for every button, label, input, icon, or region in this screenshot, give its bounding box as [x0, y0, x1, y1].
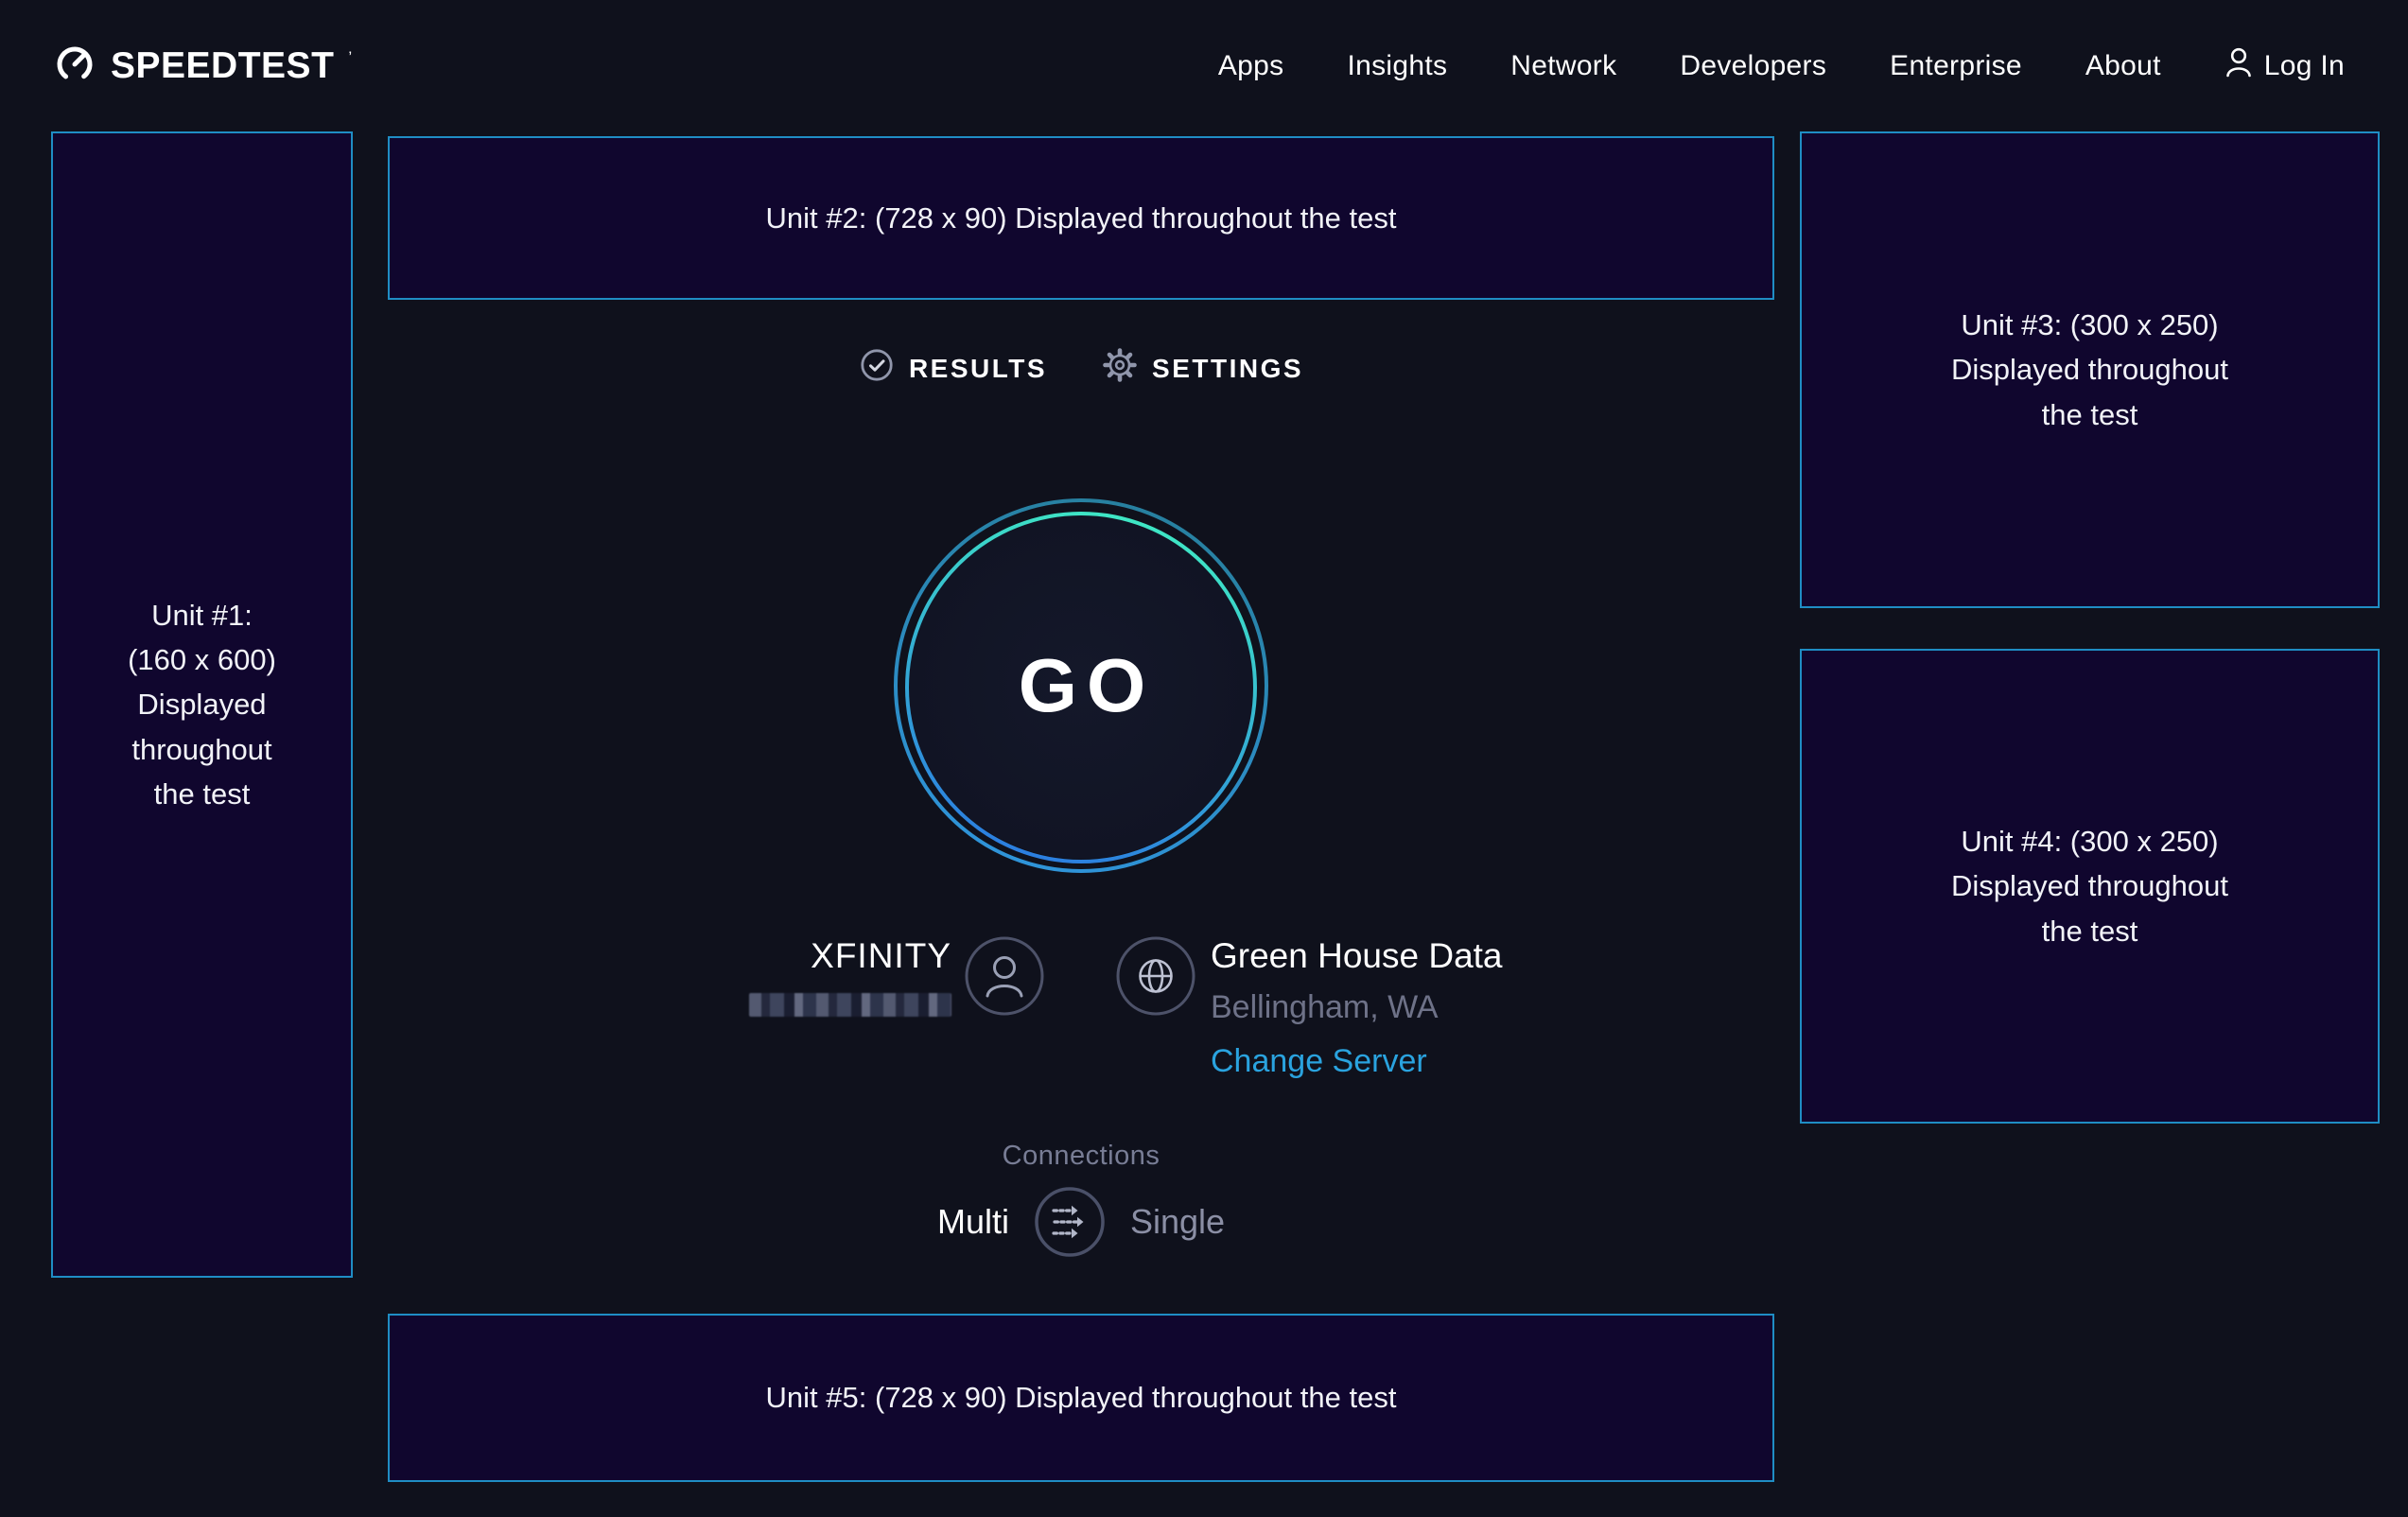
server-block: Green House Data Bellingham, WA Change S…	[1211, 934, 1532, 1080]
isp-avatar-icon	[965, 936, 1044, 1020]
change-server-link[interactable]: Change Server	[1211, 1043, 1427, 1080]
server-name[interactable]: Green House Data	[1211, 934, 1532, 978]
connections-label: Connections	[388, 1141, 1774, 1172]
ad-unit-5-label: Unit #5: (728 x 90) Displayed throughout…	[766, 1375, 1397, 1420]
isp-block: XFINITY	[630, 934, 951, 1017]
check-circle-icon	[859, 347, 895, 390]
speedtest-logo[interactable]: SPEEDTEST ’	[52, 41, 352, 91]
multi-arrows-icon	[1034, 1186, 1106, 1258]
login-label: Log In	[2264, 50, 2345, 82]
connections-multi-option[interactable]: Multi	[937, 1202, 1009, 1242]
connections-toggle-button[interactable]	[1034, 1186, 1106, 1258]
connections-single-option[interactable]: Single	[1130, 1202, 1225, 1242]
main-nav: Apps Insights Network Developers Enterpr…	[1218, 46, 2345, 86]
ad-unit-3-label: Unit #3: (300 x 250) Displayed throughou…	[1951, 303, 2228, 436]
login-link[interactable]: Log In	[2225, 46, 2345, 86]
nav-enterprise[interactable]: Enterprise	[1890, 50, 2022, 82]
gauge-icon	[52, 41, 97, 91]
tab-settings-label: SETTINGS	[1152, 354, 1303, 384]
nav-network[interactable]: Network	[1510, 50, 1616, 82]
tab-results[interactable]: RESULTS	[859, 347, 1047, 390]
tabs-row: RESULTS SETTINGS	[388, 347, 1774, 390]
ad-unit-5: Unit #5: (728 x 90) Displayed throughout…	[388, 1314, 1774, 1482]
nav-insights[interactable]: Insights	[1347, 50, 1447, 82]
connections-section: Connections Multi Single	[388, 1141, 1774, 1258]
nav-apps[interactable]: Apps	[1218, 50, 1284, 82]
ad-unit-2-label: Unit #2: (728 x 90) Displayed throughout…	[766, 196, 1397, 240]
connections-toggle-row: Multi Single	[388, 1186, 1774, 1258]
header: SPEEDTEST ’ Apps Insights Network Develo…	[0, 0, 2408, 131]
ad-unit-4-label: Unit #4: (300 x 250) Displayed throughou…	[1951, 819, 2228, 952]
ad-unit-1: Unit #1: (160 x 600) Displayed throughou…	[51, 131, 353, 1278]
logo-text: SPEEDTEST	[111, 45, 334, 87]
redacted-ip	[749, 993, 951, 1017]
isp-name[interactable]: XFINITY	[630, 934, 951, 978]
speedtest-page: { "header": { "logo": { "text": "SPEEDTE…	[0, 0, 2408, 1517]
ad-unit-2: Unit #2: (728 x 90) Displayed throughout…	[388, 136, 1774, 300]
person-icon	[2225, 46, 2253, 86]
go-label: GO	[882, 487, 1280, 884]
ad-unit-4: Unit #4: (300 x 250) Displayed throughou…	[1800, 649, 2380, 1124]
tab-results-label: RESULTS	[909, 354, 1047, 384]
server-location: Bellingham, WA	[1211, 989, 1532, 1026]
isp-server-row: XFINITY Green House Data Bellingham, WA …	[388, 934, 1774, 1080]
nav-developers[interactable]: Developers	[1680, 50, 1826, 82]
gear-icon	[1102, 347, 1138, 390]
tab-settings[interactable]: SETTINGS	[1102, 347, 1303, 390]
go-button[interactable]: GO	[882, 487, 1280, 884]
logo-trademark: ’	[348, 48, 352, 67]
nav-about[interactable]: About	[2085, 50, 2161, 82]
server-globe-icon	[1116, 936, 1195, 1020]
ad-unit-1-label: Unit #1: (160 x 600) Displayed throughou…	[128, 593, 276, 816]
ad-unit-3: Unit #3: (300 x 250) Displayed throughou…	[1800, 131, 2380, 608]
